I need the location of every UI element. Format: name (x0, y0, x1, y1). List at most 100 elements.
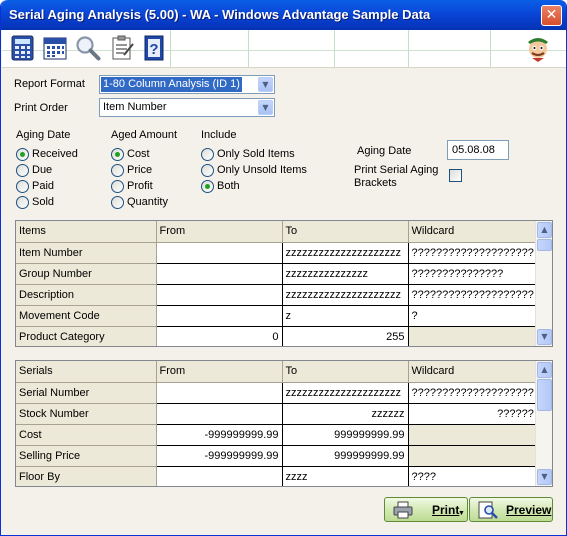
print-brackets-label-line2: Brackets (354, 177, 397, 189)
preview-button[interactable]: Preview (469, 497, 553, 522)
radio-only-unsold[interactable] (201, 164, 214, 177)
close-button[interactable]: ✕ (541, 5, 562, 26)
toolbar-decoration-line (170, 30, 171, 68)
to-cell[interactable]: 255 (282, 326, 409, 346)
radio-only-unsold-label[interactable]: Only Unsold Items (217, 164, 307, 176)
to-cell[interactable]: zzzzzzzzzzzzzzzzzzzzz (282, 382, 409, 404)
to-cell[interactable]: zzzzzzzzzzzzzzzzzzzzz (282, 242, 409, 264)
app-window: Serial Aging Analysis (5.00) - WA - Wind… (0, 0, 567, 536)
table-row: Selling Price -999999999.99 999999999.99 (16, 445, 538, 467)
from-cell[interactable]: -999999999.99 (156, 424, 283, 446)
chevron-down-icon[interactable]: ▼ (258, 100, 273, 115)
table-row: Floor By zzzz ???? (16, 466, 538, 486)
items-header-label: Items (16, 221, 157, 243)
radio-due-label[interactable]: Due (32, 164, 52, 176)
radio-quantity-label[interactable]: Quantity (127, 196, 168, 208)
window-title: Serial Aging Analysis (5.00) - WA - Wind… (9, 7, 431, 22)
scroll-down-icon[interactable]: ▼ (537, 469, 552, 485)
help-book-icon: ? (144, 35, 164, 61)
wildcard-cell[interactable]: ???????????????????? (408, 242, 538, 264)
wildcard-cell[interactable]: ???? (408, 466, 538, 486)
from-cell[interactable] (156, 305, 283, 327)
radio-price-label[interactable]: Price (127, 164, 152, 176)
print-button[interactable]: Print ▼ (384, 497, 468, 522)
serials-table: Serials From To Wildcard Serial Number z… (16, 361, 538, 486)
calculator-button[interactable] (10, 35, 36, 61)
include-group-label: Include (201, 129, 237, 141)
radio-profit[interactable] (111, 180, 124, 193)
print-order-value: Item Number (103, 101, 167, 113)
scroll-down-icon[interactable]: ▼ (537, 329, 552, 345)
aging-date-group-label: Aging Date (16, 129, 71, 141)
radio-profit-label[interactable]: Profit (127, 180, 153, 192)
radio-sold[interactable] (16, 196, 29, 209)
serials-scrollbar[interactable]: ▲ ▼ (535, 361, 552, 486)
report-format-select[interactable]: 1-80 Column Analysis (ID 1) ▼ (99, 75, 275, 94)
items-grid: Items From To Wildcard Item Number zzzzz… (15, 220, 553, 347)
print-order-select[interactable]: Item Number ▼ (99, 98, 275, 117)
to-cell[interactable]: 999999999.99 (282, 445, 409, 467)
radio-quantity[interactable] (111, 196, 124, 209)
row-label: Product Category (16, 326, 157, 346)
calendar-button[interactable] (42, 35, 68, 61)
wildcard-cell[interactable]: ?????? (408, 403, 538, 425)
from-cell[interactable] (156, 382, 283, 404)
scroll-up-icon[interactable]: ▲ (537, 222, 552, 238)
preview-icon (478, 501, 498, 519)
search-button[interactable] (75, 35, 101, 61)
radio-sold-label[interactable]: Sold (32, 196, 54, 208)
radio-due[interactable] (16, 164, 29, 177)
title-bar[interactable]: Serial Aging Analysis (5.00) - WA - Wind… (1, 0, 566, 30)
scroll-up-icon[interactable]: ▲ (537, 362, 552, 378)
to-cell[interactable]: 999999999.99 (282, 424, 409, 446)
row-label: Serial Number (16, 382, 157, 404)
report-format-value: 1-80 Column Analysis (ID 1) (101, 77, 242, 92)
scroll-thumb[interactable] (537, 239, 552, 251)
table-row: Movement Code z ? (16, 305, 538, 327)
scroll-thumb[interactable] (537, 379, 552, 411)
checklist-icon (112, 35, 134, 60)
from-cell[interactable]: -999999999.99 (156, 445, 283, 467)
row-label: Cost (16, 424, 157, 446)
wildcard-cell (408, 445, 538, 467)
radio-received[interactable] (16, 148, 29, 161)
wildcard-cell[interactable]: ??????????????? (408, 263, 538, 285)
wildcard-cell[interactable]: ???????????????????? (408, 284, 538, 306)
from-cell[interactable] (156, 263, 283, 285)
radio-cost[interactable] (111, 148, 124, 161)
to-cell[interactable]: z (282, 305, 409, 327)
printer-icon (393, 501, 413, 519)
radio-received-label[interactable]: Received (32, 148, 78, 160)
radio-cost-label[interactable]: Cost (127, 148, 150, 160)
help-button[interactable]: ? (142, 35, 168, 61)
chevron-down-icon[interactable]: ▼ (458, 510, 465, 517)
row-label: Item Number (16, 242, 157, 264)
to-cell[interactable]: zzzzzz (282, 403, 409, 425)
from-cell[interactable]: 0 (156, 326, 283, 346)
items-scrollbar[interactable]: ▲ ▼ (535, 221, 552, 346)
wildcard-cell[interactable]: ???????????????????? (408, 382, 538, 404)
radio-price[interactable] (111, 164, 124, 177)
row-label: Selling Price (16, 445, 157, 467)
from-cell[interactable] (156, 403, 283, 425)
radio-both[interactable] (201, 180, 214, 193)
chevron-down-icon[interactable]: ▼ (258, 77, 273, 92)
aging-date-input[interactable]: 05.08.08 (447, 140, 509, 160)
radio-only-sold[interactable] (201, 148, 214, 161)
checklist-button[interactable] (109, 35, 135, 61)
wildcard-cell[interactable]: ? (408, 305, 538, 327)
toolbar-decoration-line (248, 30, 249, 68)
to-cell[interactable]: zzzzzzzzzzzzzzzzzzzzz (282, 284, 409, 306)
radio-paid[interactable] (16, 180, 29, 193)
from-cell[interactable] (156, 466, 283, 486)
from-cell[interactable] (156, 242, 283, 264)
items-table: Items From To Wildcard Item Number zzzzz… (16, 221, 538, 346)
radio-paid-label[interactable]: Paid (32, 180, 54, 192)
radio-only-sold-label[interactable]: Only Sold Items (217, 148, 295, 160)
print-brackets-checkbox[interactable] (449, 169, 462, 182)
to-cell[interactable]: zzzzzzzzzzzzzzz (282, 263, 409, 285)
from-cell[interactable] (156, 284, 283, 306)
to-cell[interactable]: zzzz (282, 466, 409, 486)
radio-both-label[interactable]: Both (217, 180, 240, 192)
print-button-label: Print (432, 503, 460, 517)
